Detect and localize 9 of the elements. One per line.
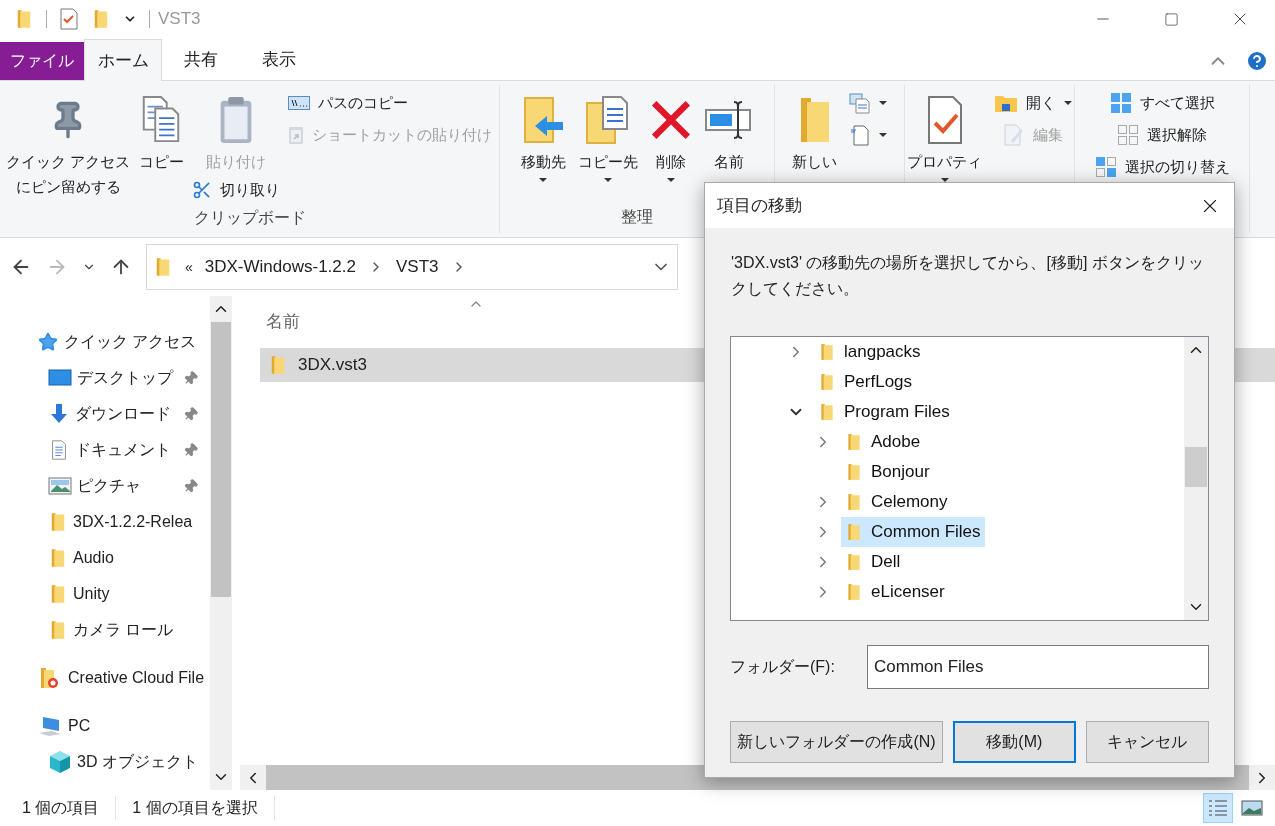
group-label: 整理 xyxy=(621,207,653,227)
folder-label: フォルダー(F): xyxy=(730,657,836,677)
status-text: 1 個の項目を選択 xyxy=(132,796,275,820)
dialog-title: 項目の移動 xyxy=(717,194,802,217)
instruction-text: '3DX.vst3' の移動先の場所を選択してから、[移動] ボタンをクリックしてください。 xyxy=(730,253,1205,299)
overflow-mark: « xyxy=(185,257,193,277)
window-title: VST3 xyxy=(158,8,201,31)
group-label: クリップボード xyxy=(193,208,306,228)
status-text: 1 個の項目 xyxy=(22,796,117,820)
